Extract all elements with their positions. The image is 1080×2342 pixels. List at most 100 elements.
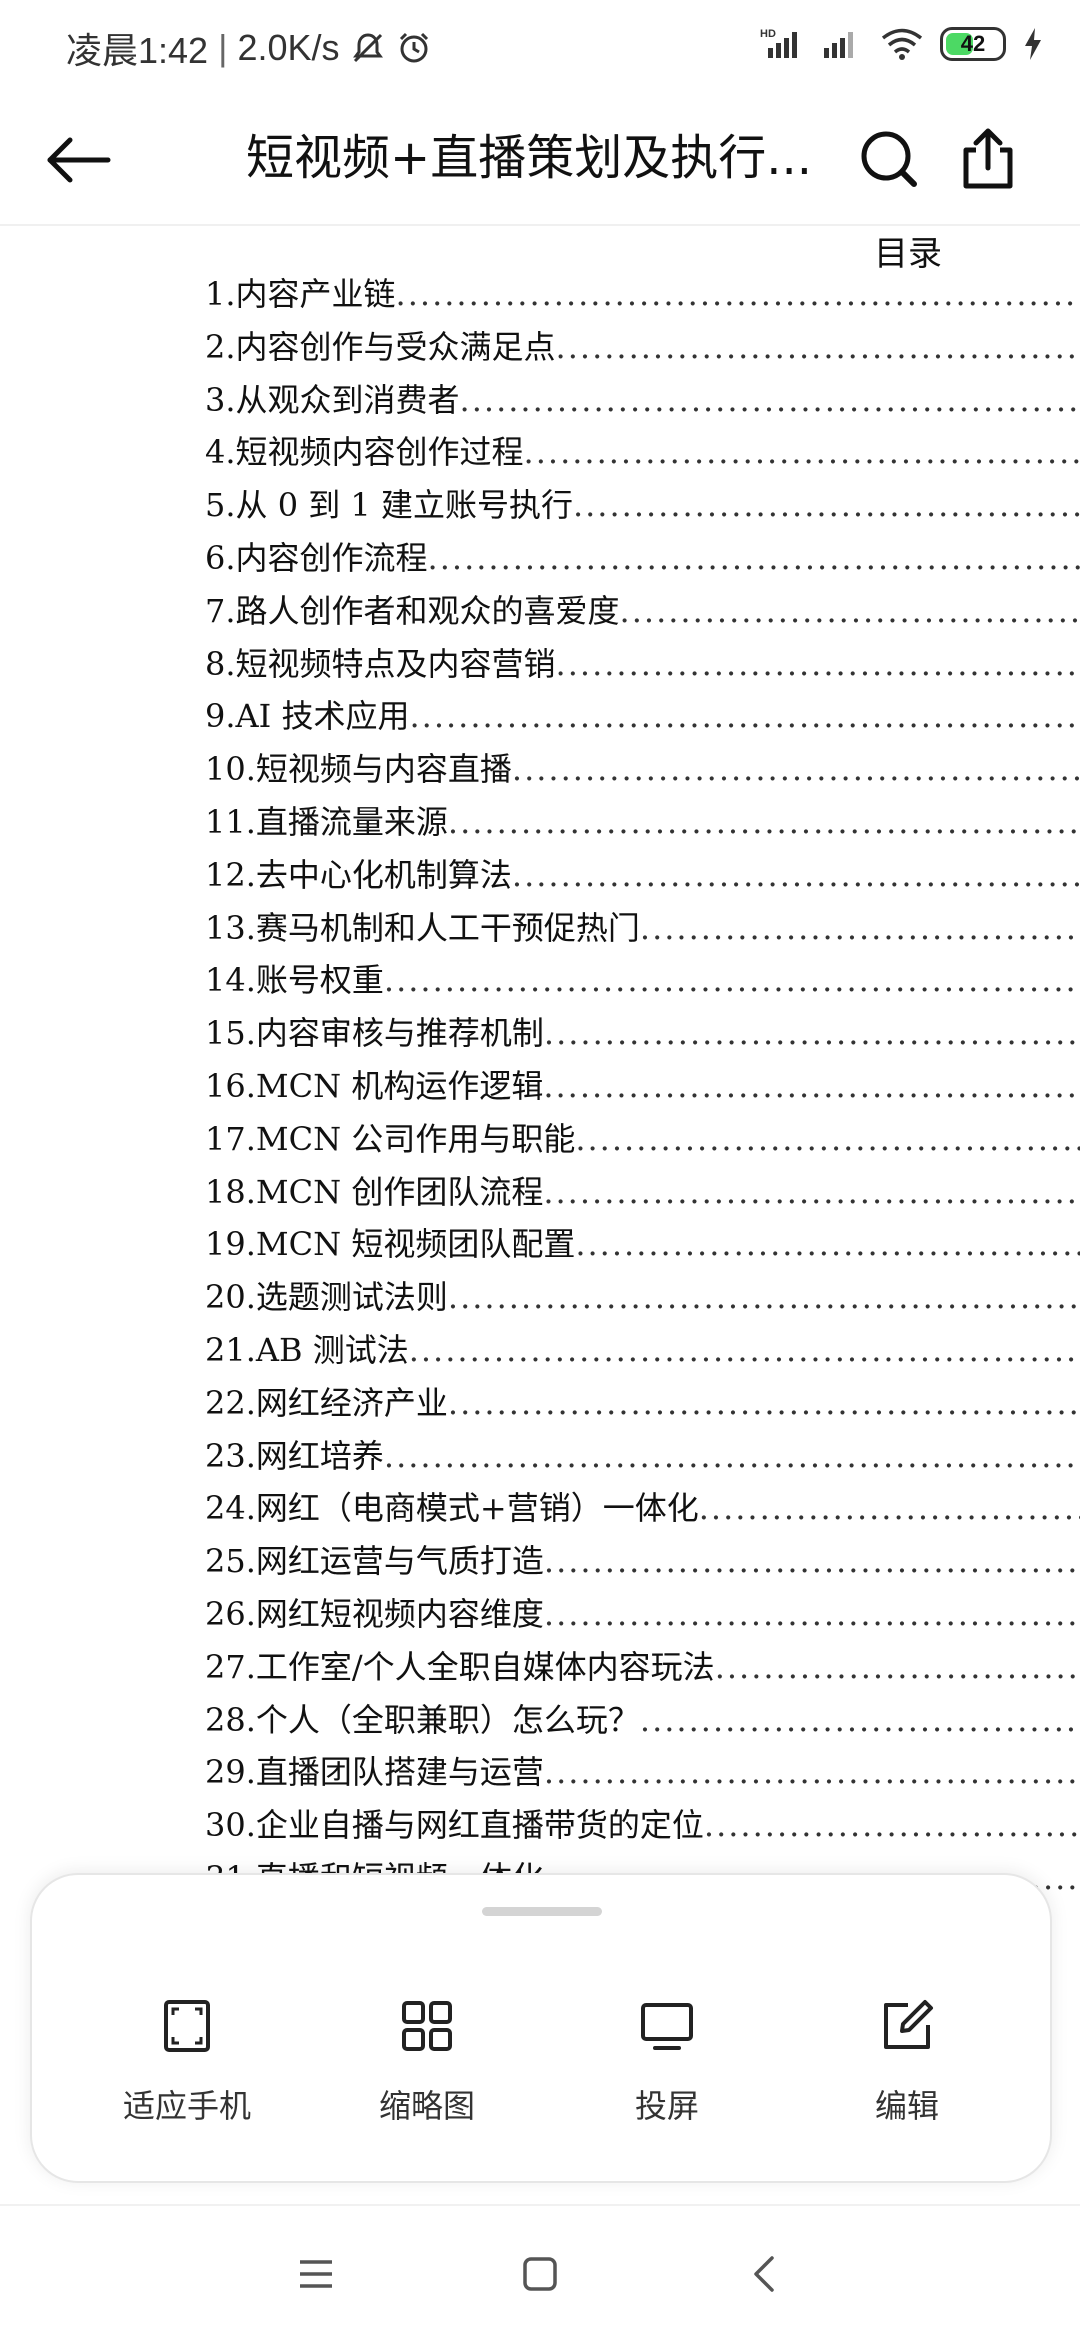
toc-dot-leader: ........................................…: [427, 538, 1080, 577]
toc-dot-leader: ........................................…: [555, 327, 1080, 366]
toc-item-label: 25.网红运营与气质打造: [205, 1542, 544, 1581]
toc-item-label: 10.短视频与内容直播: [205, 750, 512, 789]
toc-item-label: 16.MCN 机构运作逻辑: [205, 1066, 544, 1105]
toc-item-label: 4.短视频内容创作过程: [205, 433, 524, 472]
toc-dot-leader: ........................................…: [543, 1172, 1080, 1211]
toc-item[interactable]: 20.选题测试法则...............................…: [205, 1271, 1080, 1324]
toc-item[interactable]: 18.MCN 创作团队流程...........................…: [205, 1166, 1080, 1219]
toc-item[interactable]: 25.网红运营与气质打造............................…: [205, 1535, 1080, 1588]
sheet-drag-handle[interactable]: [482, 1907, 602, 1916]
thumbnail-grid-icon: [402, 2001, 452, 2051]
toc-item[interactable]: 6.内容创作流程................................…: [205, 532, 1080, 585]
home-icon: [523, 2257, 557, 2291]
toc-item[interactable]: 27.工作室/个人全职自媒体内容玩法......................…: [205, 1641, 1080, 1694]
thumbnail-button[interactable]: 缩略图: [307, 1997, 547, 2127]
system-nav-bar: [0, 2204, 1080, 2342]
toc-item[interactable]: 22.网红经济产业...............................…: [205, 1377, 1080, 1430]
toc-item[interactable]: 12.去中心化机制算法.............................…: [205, 849, 1080, 902]
toc-dot-leader: ........................................…: [575, 1119, 1080, 1158]
toc-item-label: 11.直播流量来源: [205, 802, 448, 841]
nav-menu-button[interactable]: [286, 2244, 346, 2304]
toc-item-label: 6.内容创作流程: [205, 538, 428, 577]
toc-dot-leader: ........................................…: [447, 1383, 1080, 1422]
sheet-actions: 适应手机 缩略图 投屏 编辑: [32, 1997, 1050, 2127]
toc-dot-leader: ........................................…: [575, 1225, 1080, 1264]
toc-dot-leader: ........................................…: [543, 1753, 1080, 1792]
toc-item[interactable]: 10.短视频与内容直播.............................…: [205, 743, 1080, 796]
toc-item-label: 18.MCN 创作团队流程: [205, 1172, 544, 1211]
alarm-icon: [399, 32, 428, 63]
toc-dot-leader: ........................................…: [543, 1594, 1080, 1633]
edit-button[interactable]: 编辑: [787, 1997, 1027, 2127]
signal-icon: [824, 32, 853, 58]
toc-dot-leader: ........................................…: [383, 961, 1080, 1000]
share-icon: [963, 128, 1013, 189]
toc-item[interactable]: 17.MCN 公司作用与职能..........................…: [205, 1113, 1080, 1166]
toc-dot-leader: ........................................…: [447, 1278, 1080, 1317]
status-network-speed: 2.0K/s: [237, 27, 340, 68]
toc-list: 1.内容产业链.................................…: [205, 268, 1080, 1905]
back-button[interactable]: [40, 120, 120, 200]
status-time: 凌晨1:42: [66, 30, 209, 71]
toc-item[interactable]: 8.短视频特点及内容营销............................…: [205, 638, 1080, 691]
app-bar: 短视频+直播策划及执行...: [0, 96, 1080, 226]
toc-item[interactable]: 26.网红短视频内容维度............................…: [205, 1588, 1080, 1641]
toc-dot-leader: ........................................…: [543, 1542, 1080, 1581]
toc-dot-leader: ........................................…: [619, 591, 1080, 630]
toc-item[interactable]: 13.赛马机制和人工干预促热门.........................…: [205, 902, 1080, 955]
battery-percent: 42: [960, 31, 986, 56]
toc-item-label: 8.短视频特点及内容营销: [205, 644, 556, 683]
toc-dot-leader: ........................................…: [447, 802, 1080, 841]
hd-signal-icon: HD: [760, 28, 797, 58]
toc-item-label: 9.AI 技术应用: [205, 697, 410, 736]
toc-item[interactable]: 30.企业自播与网红直播带货的定位.......................…: [205, 1799, 1080, 1852]
edit-icon: [884, 2000, 933, 2049]
toc-item-label: 13.赛马机制和人工干预促热门: [205, 908, 640, 947]
search-button[interactable]: [846, 116, 934, 204]
toc-item[interactable]: 23.网红培养.................................…: [205, 1430, 1080, 1483]
toc-item-label: 23.网红培养: [205, 1436, 384, 1475]
toc-dot-leader: ........................................…: [395, 275, 1080, 313]
menu-icon: [300, 2260, 332, 2288]
charging-icon: [1025, 28, 1041, 60]
toc-dot-leader: ........................................…: [703, 1806, 1080, 1845]
toc-dot-leader: ........................................…: [459, 380, 1080, 419]
toc-item[interactable]: 24.网红（电商模式+营销）一体化.......................…: [205, 1482, 1080, 1535]
toc-item[interactable]: 4.短视频内容创作过程.............................…: [205, 426, 1080, 479]
toc-item[interactable]: 28.个人（全职兼职）怎么玩？.........................…: [205, 1694, 1080, 1747]
share-button[interactable]: [944, 116, 1032, 204]
nav-back-button[interactable]: [736, 2244, 796, 2304]
document-page[interactable]: 目录 1.内容产业链..............................…: [0, 226, 1080, 2026]
toc-item-label: 5.从 0 到 1 建立账号执行: [205, 486, 573, 525]
edit-label: 编辑: [874, 2087, 939, 2125]
toc-dot-leader: ........................................…: [511, 855, 1080, 894]
toc-item-label: 29.直播团队搭建与运营: [205, 1753, 544, 1792]
toc-item-label: 30.企业自播与网红直播带货的定位: [205, 1806, 704, 1845]
toc-item[interactable]: 16.MCN 机构运作逻辑...........................…: [205, 1060, 1080, 1113]
toc-item[interactable]: 2.内容创作与受众满足点............................…: [205, 321, 1080, 374]
toc-item[interactable]: 14.账号权重.................................…: [205, 954, 1080, 1007]
toc-item[interactable]: 21.AB 测试法...............................…: [205, 1324, 1080, 1377]
toc-item-label: 24.网红（电商模式+营销）一体化: [205, 1489, 699, 1528]
status-bar: 凌晨1:42 | 2.0K/s HD 42: [0, 0, 1080, 96]
toc-dot-leader: ........................................…: [543, 1014, 1080, 1053]
cast-button[interactable]: 投屏: [547, 1997, 787, 2127]
toc-item[interactable]: 9.AI 技术应用...............................…: [205, 690, 1080, 743]
thumbnail-label: 缩略图: [378, 2087, 475, 2125]
toc-item[interactable]: 1.内容产业链.................................…: [205, 268, 1080, 321]
toc-item-label: 7.路人创作者和观众的喜爱度: [205, 591, 620, 630]
toc-item[interactable]: 15.内容审核与推荐机制............................…: [205, 1007, 1080, 1060]
toc-item[interactable]: 5.从 0 到 1 建立账号执行........................…: [205, 479, 1080, 532]
toc-dot-leader: ........................................…: [511, 750, 1080, 789]
toc-item[interactable]: 3.从观众到消费者...............................…: [205, 374, 1080, 427]
nav-home-button[interactable]: [510, 2244, 570, 2304]
fit-screen-icon: [164, 2000, 210, 2052]
toc-item[interactable]: 19.MCN 短视频团队配置..........................…: [205, 1218, 1080, 1271]
toc-item[interactable]: 11.直播流量来源...............................…: [205, 796, 1080, 849]
toc-dot-leader: ........................................…: [639, 908, 1080, 947]
toc-dot-leader: ........................................…: [555, 644, 1080, 683]
toc-item[interactable]: 7.路人创作者和观众的喜爱度..........................…: [205, 585, 1080, 638]
toc-item-label: 27.工作室/个人全职自媒体内容玩法: [205, 1647, 715, 1686]
toc-item[interactable]: 29.直播团队搭建与运营............................…: [205, 1746, 1080, 1799]
fit-phone-button[interactable]: 适应手机: [67, 1997, 307, 2127]
